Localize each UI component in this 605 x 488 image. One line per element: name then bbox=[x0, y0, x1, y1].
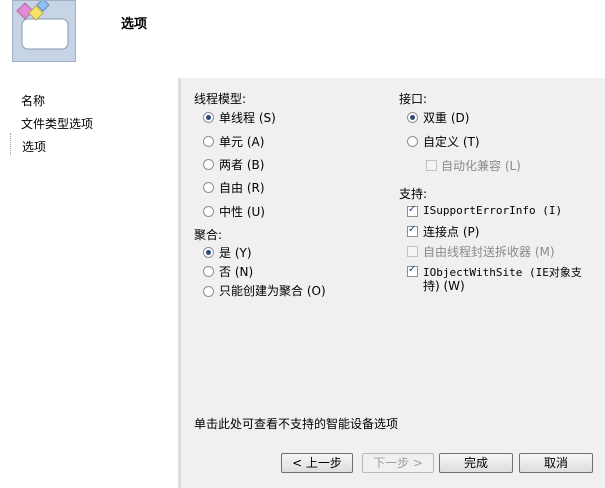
both-label[interactable]: 两者 (B) bbox=[219, 156, 264, 173]
automation-compat-checkbox[interactable] bbox=[426, 160, 437, 171]
aggregation-only-label[interactable]: 只能创建为聚合 (O) bbox=[219, 282, 326, 299]
radio-neutral[interactable] bbox=[203, 206, 214, 217]
wizard-header: 选项 bbox=[0, 0, 605, 78]
free-threaded-marshaler-label[interactable]: 自由线程封送拆收器 (M) bbox=[423, 243, 555, 260]
radio-dual[interactable] bbox=[407, 112, 418, 123]
aggregation-label: 聚合: bbox=[194, 228, 223, 242]
radio-aggregation-no[interactable] bbox=[203, 266, 214, 277]
options-panel: 线程模型: 单线程 (S) 单元 (A) 两者 (B) 自由 (R) 中性 (U… bbox=[181, 78, 605, 488]
interface-label: 接口: bbox=[399, 92, 428, 106]
connection-points-label[interactable]: 连接点 (P) bbox=[423, 223, 479, 240]
support-label: 支持: bbox=[399, 187, 428, 201]
sidebar-item-file-type-options[interactable]: 文件类型选项 bbox=[21, 115, 93, 132]
wizard-sidebar: 名称 文件类型选项 选项 bbox=[0, 78, 178, 488]
smart-device-options-link[interactable]: 单击此处可查看不支持的智能设备选项 bbox=[194, 415, 398, 432]
custom-label[interactable]: 自定义 (T) bbox=[423, 133, 480, 150]
radio-both[interactable] bbox=[203, 159, 214, 170]
sidebar-item-options[interactable]: 选项 bbox=[22, 138, 46, 155]
radio-aggregation-only[interactable] bbox=[203, 286, 214, 297]
back-button[interactable]: < 上一步 bbox=[281, 453, 353, 473]
automation-compat-label[interactable]: 自动化兼容 (L) bbox=[441, 157, 521, 174]
dual-label[interactable]: 双重 (D) bbox=[423, 109, 469, 126]
aggregation-yes-label[interactable]: 是 (Y) bbox=[219, 244, 252, 261]
free-threaded-marshaler-checkbox[interactable] bbox=[407, 246, 418, 257]
apartment-label[interactable]: 单元 (A) bbox=[219, 133, 264, 150]
single-thread-label[interactable]: 单线程 (S) bbox=[219, 109, 276, 126]
aggregation-no-label[interactable]: 否 (N) bbox=[219, 263, 253, 280]
selection-indicator bbox=[10, 133, 14, 155]
finish-button[interactable]: 完成 bbox=[439, 453, 513, 473]
connection-points-checkbox[interactable] bbox=[407, 224, 418, 237]
iobjectwithsite-checkbox[interactable] bbox=[407, 264, 418, 277]
wizard-icon bbox=[12, 0, 76, 62]
isupporterrorinfo-label[interactable]: ISupportErrorInfo (I) bbox=[423, 204, 562, 217]
radio-custom[interactable] bbox=[407, 136, 418, 147]
radio-aggregation-yes[interactable] bbox=[203, 247, 214, 258]
radio-single-thread[interactable] bbox=[203, 112, 214, 123]
isupporterrorinfo-checkbox[interactable] bbox=[407, 204, 418, 217]
neutral-label[interactable]: 中性 (U) bbox=[219, 203, 265, 220]
threading-model-label: 线程模型: bbox=[194, 92, 247, 106]
sidebar-item-name[interactable]: 名称 bbox=[21, 92, 45, 109]
radio-free[interactable] bbox=[203, 182, 214, 193]
page-title: 选项 bbox=[121, 17, 148, 32]
iobjectwithsite-label-line2[interactable]: 持) (W) bbox=[423, 277, 465, 294]
cancel-button[interactable]: 取消 bbox=[519, 453, 593, 473]
radio-apartment[interactable] bbox=[203, 136, 214, 147]
free-label[interactable]: 自由 (R) bbox=[219, 179, 265, 196]
next-button[interactable]: 下一步 > bbox=[362, 453, 434, 473]
